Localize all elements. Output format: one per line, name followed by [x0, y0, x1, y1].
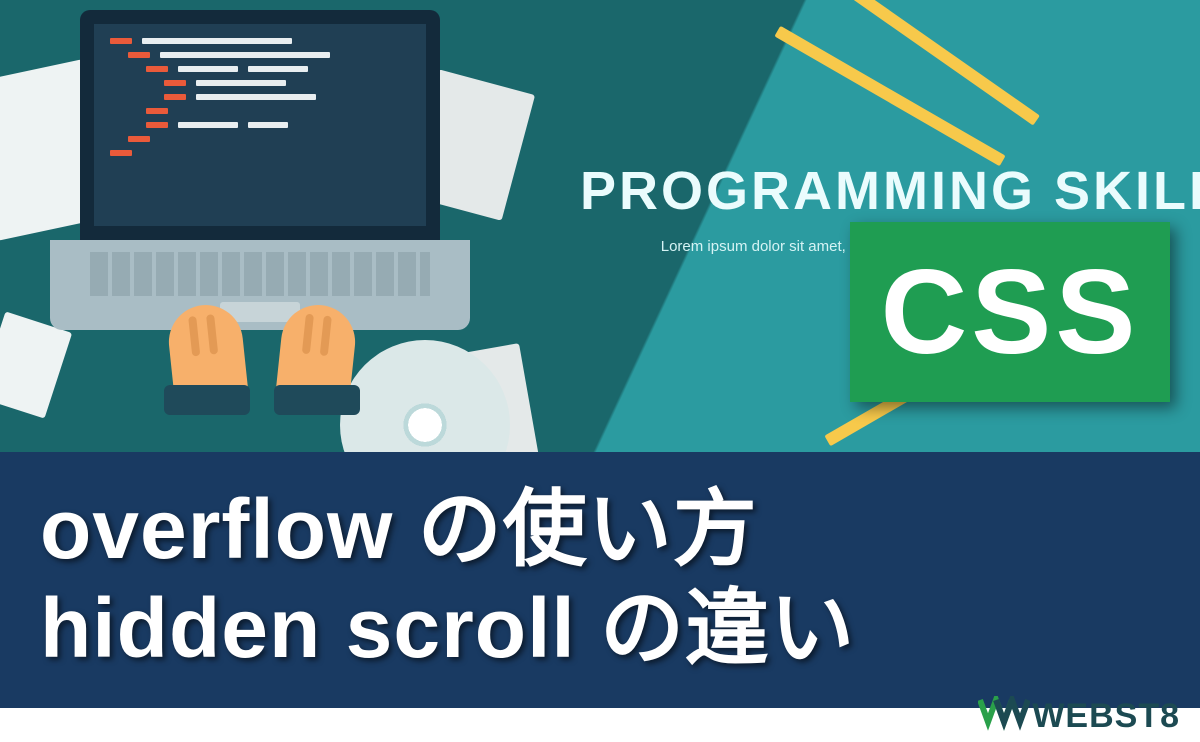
laptop-illustration	[50, 10, 470, 370]
laptop-lid	[80, 10, 440, 240]
pencil-icon	[774, 26, 1005, 166]
cuff-icon	[274, 385, 360, 415]
css-badge: CSS	[850, 222, 1170, 402]
hero-banner: PROGRAMMING SKILLS Lorem ipsum dolor sit…	[0, 0, 1200, 742]
laptop-base	[50, 240, 470, 330]
band-line-2: hidden scroll の違い	[40, 579, 1160, 678]
laptop-screen	[94, 24, 426, 226]
keyboard-icon	[90, 252, 430, 296]
css-badge-label: CSS	[881, 243, 1140, 381]
cuff-icon	[164, 385, 250, 415]
band-line-1: overflow の使い方	[40, 480, 1160, 579]
brand-logo: WEBST8	[978, 696, 1180, 736]
pencil-icon	[820, 0, 1040, 125]
logo-text: WEBST8	[1032, 697, 1180, 736]
hero-title: PROGRAMMING SKILLS	[580, 160, 1200, 222]
logo-mark-icon	[978, 696, 1030, 736]
title-band: overflow の使い方 hidden scroll の違い	[0, 452, 1200, 712]
